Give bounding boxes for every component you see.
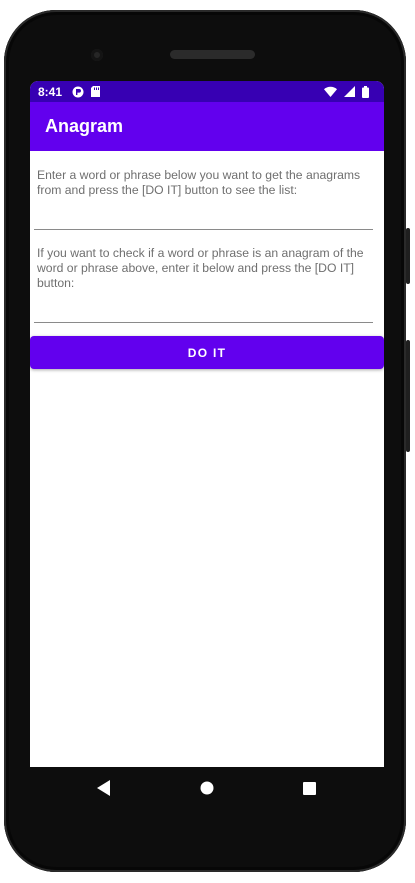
- notification-app-icon: [72, 86, 84, 98]
- front-camera: [91, 49, 103, 61]
- app-screen: 8:41 Anagram Enter a word or phrase belo…: [30, 81, 384, 767]
- anagram-source-input[interactable]: [34, 206, 373, 230]
- instruction-text-1: Enter a word or phrase below you want to…: [37, 168, 361, 197]
- status-time: 8:41: [38, 84, 63, 99]
- recents-icon[interactable]: [294, 773, 324, 803]
- status-bar: 8:41: [30, 81, 384, 102]
- wifi-icon: [324, 86, 337, 97]
- instruction-text-2: If you want to check if a word or phrase…: [37, 246, 364, 290]
- home-icon[interactable]: [192, 773, 222, 803]
- power-button[interactable]: [406, 228, 410, 284]
- earpiece-speaker: [170, 50, 255, 59]
- navigation-bar: [30, 767, 384, 809]
- signal-icon: [344, 86, 355, 97]
- volume-rocker[interactable]: [406, 340, 410, 452]
- anagram-check-input[interactable]: [34, 299, 373, 323]
- sd-card-icon: [91, 86, 101, 97]
- battery-icon: [362, 85, 369, 98]
- app-bar: Anagram: [30, 102, 384, 151]
- app-title: Anagram: [45, 116, 124, 136]
- do-it-button[interactable]: DO IT: [30, 336, 384, 369]
- back-icon[interactable]: [89, 773, 119, 803]
